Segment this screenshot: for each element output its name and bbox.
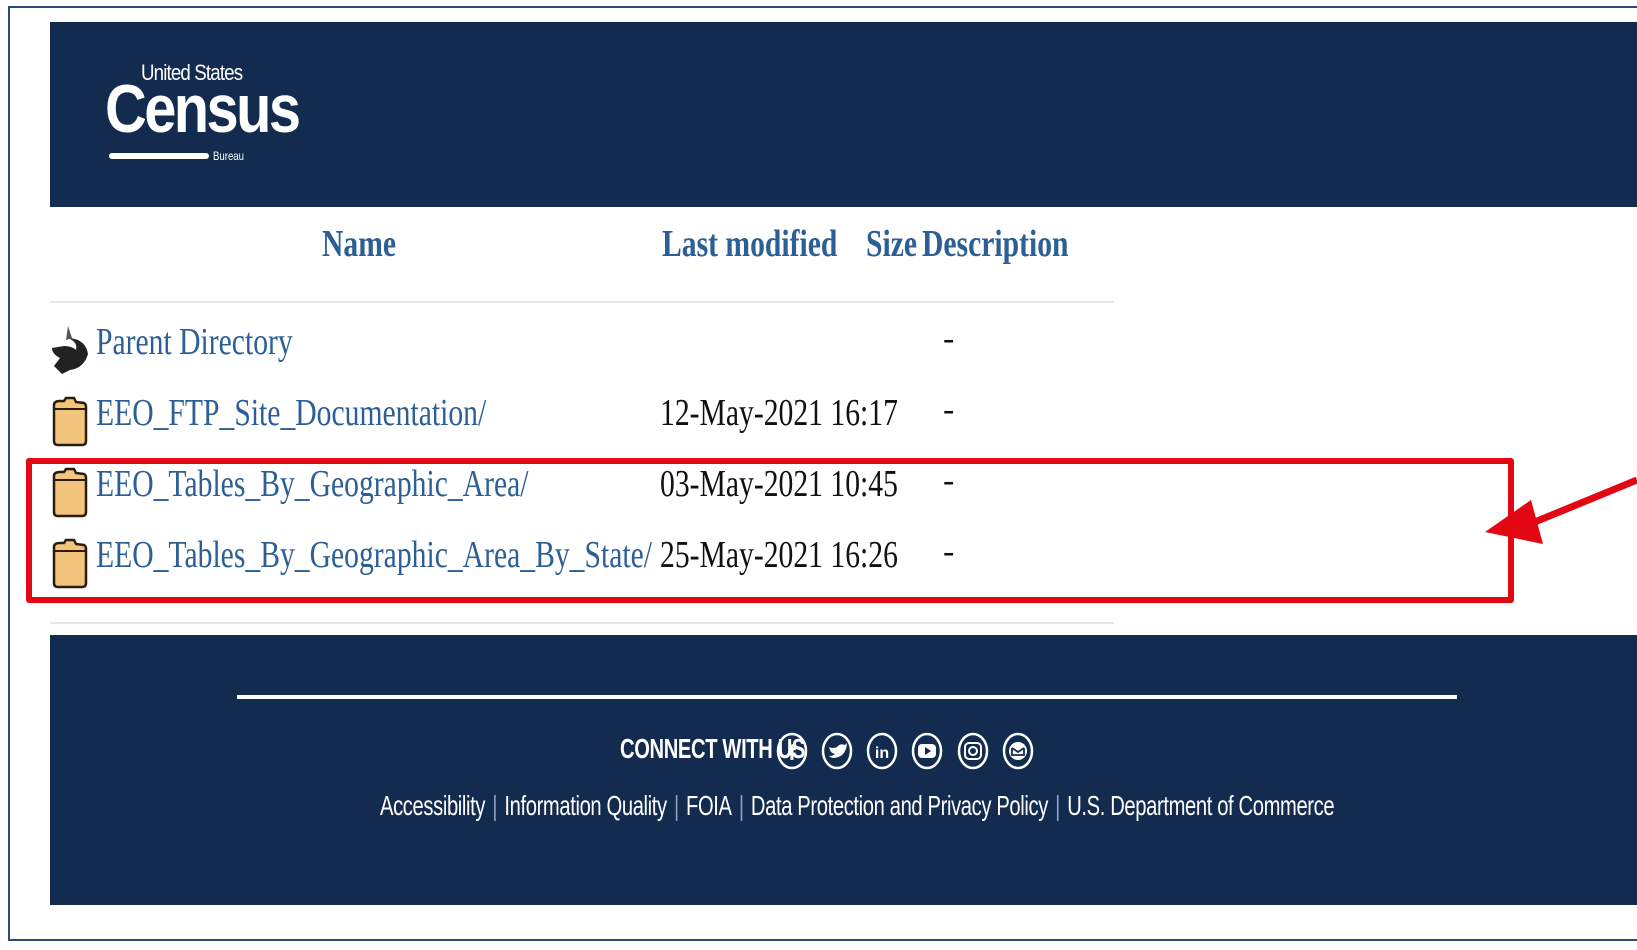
- link-separator: |: [673, 790, 679, 821]
- column-header-last-modified[interactable]: Last modified: [662, 222, 837, 266]
- logo-sub-text: Bureau: [213, 149, 244, 163]
- column-header-size[interactable]: Size: [866, 222, 917, 266]
- linkedin-icon[interactable]: in: [865, 731, 899, 771]
- back-arrow-icon: [52, 326, 88, 374]
- logo-underline: [109, 153, 209, 159]
- site-footer: CONNECT WITH US f in Accessibility | Infor…: [50, 635, 1637, 905]
- table-divider-bottom: [50, 622, 1114, 624]
- footer-links: Accessibility | Information Quality | FOIA | D…: [380, 790, 1335, 822]
- table-divider-top: [50, 301, 1114, 303]
- parent-directory-link[interactable]: Parent Directory: [96, 320, 293, 364]
- folder-link[interactable]: EEO_FTP_Site_Documentation/: [96, 391, 486, 435]
- youtube-icon[interactable]: [910, 731, 944, 771]
- footer-divider: [237, 695, 1457, 699]
- twitter-icon[interactable]: [820, 731, 854, 771]
- census-logo[interactable]: United States Census Bureau: [105, 60, 301, 170]
- folder-icon: [52, 396, 88, 447]
- link-separator: |: [738, 790, 744, 821]
- column-header-name[interactable]: Name: [322, 222, 396, 266]
- privacy-policy-link[interactable]: Data Protection and Privacy Policy: [751, 790, 1048, 821]
- foia-link[interactable]: FOIA: [686, 790, 732, 821]
- logo-main-text: Census: [105, 71, 301, 147]
- link-separator: |: [492, 790, 498, 821]
- svg-text:in: in: [875, 745, 889, 762]
- column-header-description[interactable]: Description: [922, 222, 1069, 266]
- row-modified: 12-May-2021 16:17: [660, 392, 898, 434]
- instagram-icon[interactable]: [956, 731, 990, 771]
- table-row: Parent Directory -: [50, 318, 1150, 378]
- information-quality-link[interactable]: Information Quality: [504, 790, 667, 821]
- site-header: United States Census Bureau: [50, 22, 1637, 207]
- red-arrow-icon: [1485, 476, 1637, 544]
- row-size: -: [943, 391, 955, 428]
- facebook-icon[interactable]: f: [775, 731, 809, 771]
- commerce-department-link[interactable]: U.S. Department of Commerce: [1067, 790, 1334, 821]
- highlight-box: [26, 458, 1514, 603]
- link-separator: |: [1055, 790, 1061, 821]
- email-icon[interactable]: [1001, 731, 1035, 771]
- svg-text:f: f: [788, 740, 796, 765]
- table-row: EEO_FTP_Site_Documentation/ 12-May-2021 …: [50, 389, 1150, 449]
- accessibility-link[interactable]: Accessibility: [380, 790, 485, 821]
- row-size: -: [943, 320, 955, 357]
